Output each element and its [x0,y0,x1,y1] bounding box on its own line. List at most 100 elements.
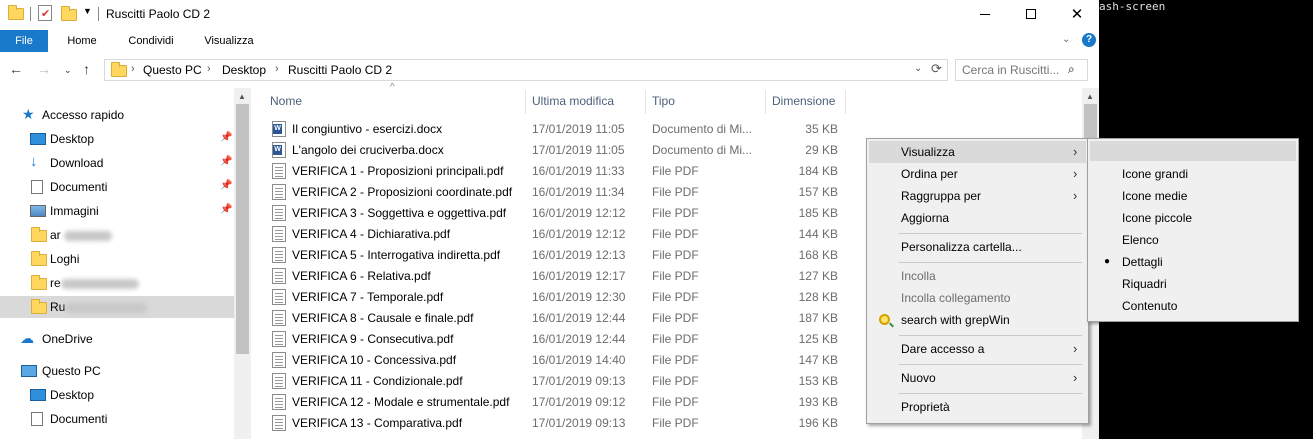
table-row[interactable]: VERIFICA 9 - Consecutiva.pdf 16/01/2019 1… [270,329,850,350]
column-header-size[interactable]: Dimensione [772,88,847,114]
nav-item-folder-2[interactable]: re [0,272,234,294]
menu-item-aggiorna[interactable]: Aggiorna [869,207,1086,229]
menu-item-nuovo[interactable]: Nuovo › [869,367,1086,389]
submenu-item-dettagli[interactable]: ● Dettagli [1090,251,1296,273]
nav-item-desktop[interactable]: Desktop 📌 [0,128,234,150]
forward-arrow-icon[interactable]: → [37,61,51,77]
nav-item-folder-1[interactable]: ar [0,224,234,246]
folder-icon [31,275,47,290]
nav-item-documenti[interactable]: Documenti 📌 [0,176,234,198]
pin-icon[interactable]: 📌 [220,180,232,191]
menu-item-proprieta[interactable]: Proprietà [869,396,1086,418]
table-row[interactable]: VERIFICA 7 - Temporale.pdf 16/01/2019 12:… [270,287,850,308]
column-header-type[interactable]: Tipo [652,88,767,114]
nav-label: Desktop [50,388,95,402]
tab-file[interactable]: File [0,30,48,52]
refresh-icon[interactable]: ⟳ [931,61,942,77]
menu-item-ordina-per[interactable]: Ordina per › [869,163,1086,185]
properties-icon[interactable]: ✔ [38,5,52,21]
pin-icon[interactable]: 📌 [220,204,232,215]
file-explorer-window: ✔ ▼ Ruscitti Paolo CD 2 ✕ File Home Cond… [0,0,1099,439]
nav-item-download[interactable]: ↓ Download 📌 [0,152,234,174]
nav-onedrive[interactable]: ☁ OneDrive [0,328,234,350]
pin-icon[interactable]: 📌 [220,132,232,143]
table-row[interactable]: VERIFICA 1 - Proposizioni principali.pdf… [270,161,850,182]
nav-item-loghi[interactable]: Loghi [0,248,234,270]
menu-item-visualizza[interactable]: Visualizza › [869,141,1086,163]
nav-questo-pc[interactable]: Questo PC [0,360,234,382]
table-row[interactable]: VERIFICA 8 - Causale e finale.pdf 16/01/2… [270,308,850,329]
table-row[interactable]: VERIFICA 13 - Comparativa.pdf 17/01/2019 … [270,413,850,434]
address-dropdown-icon[interactable]: ⌄ [914,63,922,74]
submenu-item-elenco[interactable]: Elenco [1090,229,1296,251]
recent-chevron-icon[interactable]: ⌄ [64,65,72,76]
pdf-file-icon [272,352,286,368]
breadcrumb-current-folder[interactable]: Ruscitti Paolo CD 2 [288,63,392,77]
nav-quick-access[interactable]: ★ Accesso rapido [0,104,234,126]
ribbon-expand-icon[interactable]: ⌄ [1062,34,1070,45]
menu-item-incolla-collegamento[interactable]: Incolla collegamento [869,287,1086,309]
table-row[interactable]: Il congiuntivo - esercizi.docx 17/01/2019… [270,119,850,140]
pictures-icon [30,205,46,217]
folder-icon [31,227,47,242]
documents-icon [31,412,43,426]
desktop-icon [30,389,46,401]
search-input[interactable] [962,63,1062,77]
scroll-up-icon[interactable]: ▲ [1086,92,1094,101]
new-folder-icon[interactable] [61,6,77,21]
chevron-down-icon[interactable]: ▼ [83,6,92,16]
menu-item-raggruppa-per[interactable]: Raggruppa per › [869,185,1086,207]
menu-label: Dettagli [1122,255,1163,269]
address-bar[interactable]: › Questo PC › Desktop › Ruscitti Paolo C… [104,59,948,81]
menu-item-incolla[interactable]: Incolla [869,265,1086,287]
nav-label: ar [50,228,61,242]
nav-pane-scrollbar[interactable]: ▲ [234,88,251,439]
nav-pc-documenti[interactable]: Documenti [0,408,234,430]
nav-pc-desktop[interactable]: Desktop [0,384,234,406]
search-icon[interactable]: ⌕ [1068,62,1075,77]
scrollbar-thumb[interactable] [236,104,249,354]
table-row[interactable]: VERIFICA 3 - Soggettiva e oggettiva.pdf 1… [270,203,850,224]
tab-condividi[interactable]: Condividi [116,30,186,52]
minimize-button[interactable] [962,0,1008,28]
file-date: 17/01/2019 09:12 [532,395,626,409]
table-row[interactable]: L'angolo dei cruciverba.docx 17/01/2019 1… [270,140,850,161]
pdf-file-icon [272,415,286,431]
table-row[interactable]: VERIFICA 12 - Modale e strumentale.pdf 17… [270,392,850,413]
file-type: File PDF [652,374,699,388]
table-row[interactable]: VERIFICA 2 - Proposizioni coordinate.pdf… [270,182,850,203]
table-row[interactable]: VERIFICA 11 - Condizionale.pdf 17/01/2019… [270,371,850,392]
back-arrow-icon[interactable]: ← [9,61,23,77]
search-box[interactable]: ⌕ [955,59,1088,81]
submenu-item-icone-grandi[interactable]: Icone grandi [1090,163,1296,185]
submenu-item-icone-medie[interactable]: Icone medie [1090,185,1296,207]
column-header-name[interactable]: Nome [270,88,525,114]
submenu-item-contenuto[interactable]: Contenuto [1090,295,1296,317]
title-bar: ✔ ▼ Ruscitti Paolo CD 2 ✕ [0,0,1099,28]
maximize-button[interactable] [1008,0,1054,28]
submenu-item-riquadri[interactable]: Riquadri [1090,273,1296,295]
up-arrow-icon[interactable]: ↑ [83,61,90,77]
tab-visualizza[interactable]: Visualizza [196,30,262,52]
tab-home[interactable]: Home [58,30,106,52]
table-row[interactable]: VERIFICA 5 - Interrogativa indiretta.pdf… [270,245,850,266]
table-row[interactable]: VERIFICA 10 - Concessiva.pdf 16/01/2019 1… [270,350,850,371]
breadcrumb-questo-pc[interactable]: Questo PC [143,63,202,77]
scroll-up-icon[interactable]: ▲ [238,92,246,101]
help-icon[interactable]: ? [1082,33,1096,47]
nav-item-immagini[interactable]: Immagini 📌 [0,200,234,222]
table-row[interactable]: VERIFICA 6 - Relativa.pdf 16/01/2019 12:1… [270,266,850,287]
nav-item-current-folder[interactable]: Ru [0,296,234,318]
pin-icon[interactable]: 📌 [220,156,232,167]
grepwin-icon [879,314,890,325]
column-header-date[interactable]: Ultima modifica [532,88,647,114]
file-name: VERIFICA 3 - Soggettiva e oggettiva.pdf [292,206,507,220]
close-button[interactable]: ✕ [1054,0,1099,28]
table-row[interactable]: VERIFICA 4 - Dichiarativa.pdf 16/01/2019 … [270,224,850,245]
file-type: File PDF [652,416,699,430]
menu-item-personalizza-cartella[interactable]: Personalizza cartella... [869,236,1086,258]
menu-item-dare-accesso[interactable]: Dare accesso a › [869,338,1086,360]
menu-item-grepwin[interactable]: search with grepWin [869,309,1086,331]
breadcrumb-desktop[interactable]: Desktop [222,63,266,77]
submenu-item-icone-piccole[interactable]: Icone piccole [1090,207,1296,229]
